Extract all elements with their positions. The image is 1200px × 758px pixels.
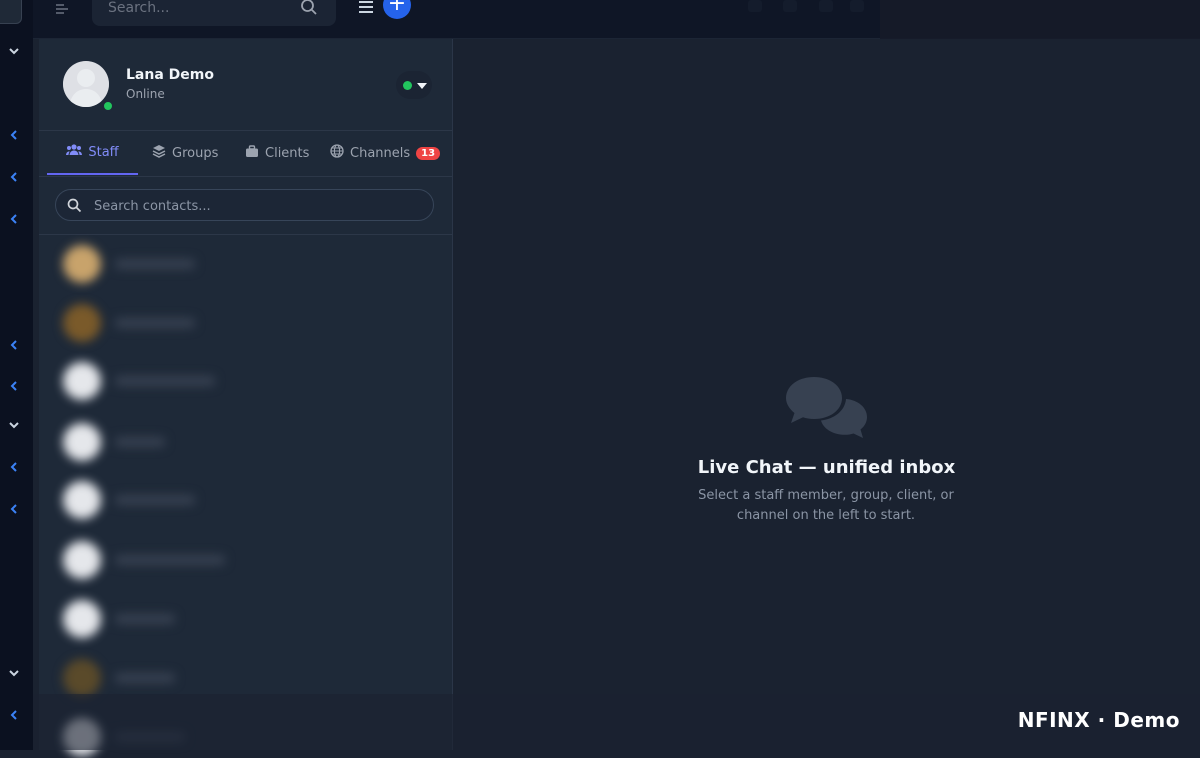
search-placeholder: Search... [108,0,170,16]
users-icon [66,144,83,160]
list-item[interactable] [59,659,229,699]
list-item[interactable] [59,362,229,402]
profile-status: Online [126,87,165,101]
online-indicator [102,100,114,112]
profile-name: Lana Demo [126,67,214,83]
tab-label: Clients [265,145,310,161]
chevron-down-icon[interactable] [0,45,28,57]
tab-clients[interactable]: Clients [245,131,309,175]
list-item[interactable] [59,423,229,463]
caret-down-icon [417,83,427,89]
chevron-left-icon[interactable] [0,171,28,183]
tab-groups[interactable]: Groups [152,131,218,175]
list-item[interactable] [59,481,229,521]
chat-bubbles-icon [786,375,868,445]
chevron-left-icon[interactable] [0,339,28,351]
globe-icon [330,144,344,162]
tab-staff[interactable]: Staff [47,131,138,175]
layers-icon [152,144,166,162]
status-dropdown-button[interactable] [396,71,432,99]
contact-tabs: Staff Groups Clients Channels 13 [39,131,452,177]
list-item[interactable] [59,541,229,581]
topbar-icon[interactable] [783,0,797,12]
chevron-left-icon[interactable] [0,709,28,721]
contact-search-input[interactable] [92,196,416,216]
chevron-left-icon[interactable] [0,503,28,515]
left-rail [0,0,33,750]
status-dot-icon [403,81,412,90]
tab-label: Staff [88,144,119,160]
chevron-left-icon[interactable] [0,213,28,225]
sidebar-toggle-icon[interactable] [55,2,69,21]
list-item[interactable] [59,600,229,640]
brand-watermark: NFINX · Demo [1017,708,1180,732]
add-button[interactable]: + [383,0,411,19]
topbar-icon[interactable] [819,0,833,12]
chevron-left-icon[interactable] [0,461,28,473]
tab-channels[interactable]: Channels 13 [330,131,441,175]
hamburger-menu-icon[interactable] [358,0,374,19]
tab-label: Groups [172,145,219,161]
list-item[interactable] [59,304,229,344]
topbar-icon[interactable] [850,0,864,12]
contact-search-field[interactable] [55,189,434,221]
empty-state-title: Live Chat — unified inbox [697,457,956,478]
contacts-panel: Lana Demo Online Staff Groups Clients Ch… [39,39,453,756]
chevron-left-icon[interactable] [0,129,28,141]
global-search-input[interactable]: Search... [92,0,336,26]
list-item[interactable] [59,245,229,285]
avatar[interactable] [63,61,109,107]
empty-state-subtitle: Select a staff member, group, client, or… [698,488,954,523]
tab-label: Channels [350,145,411,161]
rail-menu-button[interactable] [0,0,22,24]
briefcase-icon [245,144,259,162]
topbar-icon[interactable] [748,0,762,12]
contact-search-row [39,177,452,235]
unread-badge: 13 [416,146,441,160]
chevron-left-icon[interactable] [0,380,28,392]
chevron-down-icon[interactable] [0,667,28,679]
chevron-down-icon[interactable] [0,419,28,431]
search-icon[interactable] [300,0,318,20]
profile-header: Lana Demo Online [39,39,452,131]
chat-main-area: Live Chat — unified inbox Select a staff… [453,39,1200,694]
search-icon [67,198,82,213]
